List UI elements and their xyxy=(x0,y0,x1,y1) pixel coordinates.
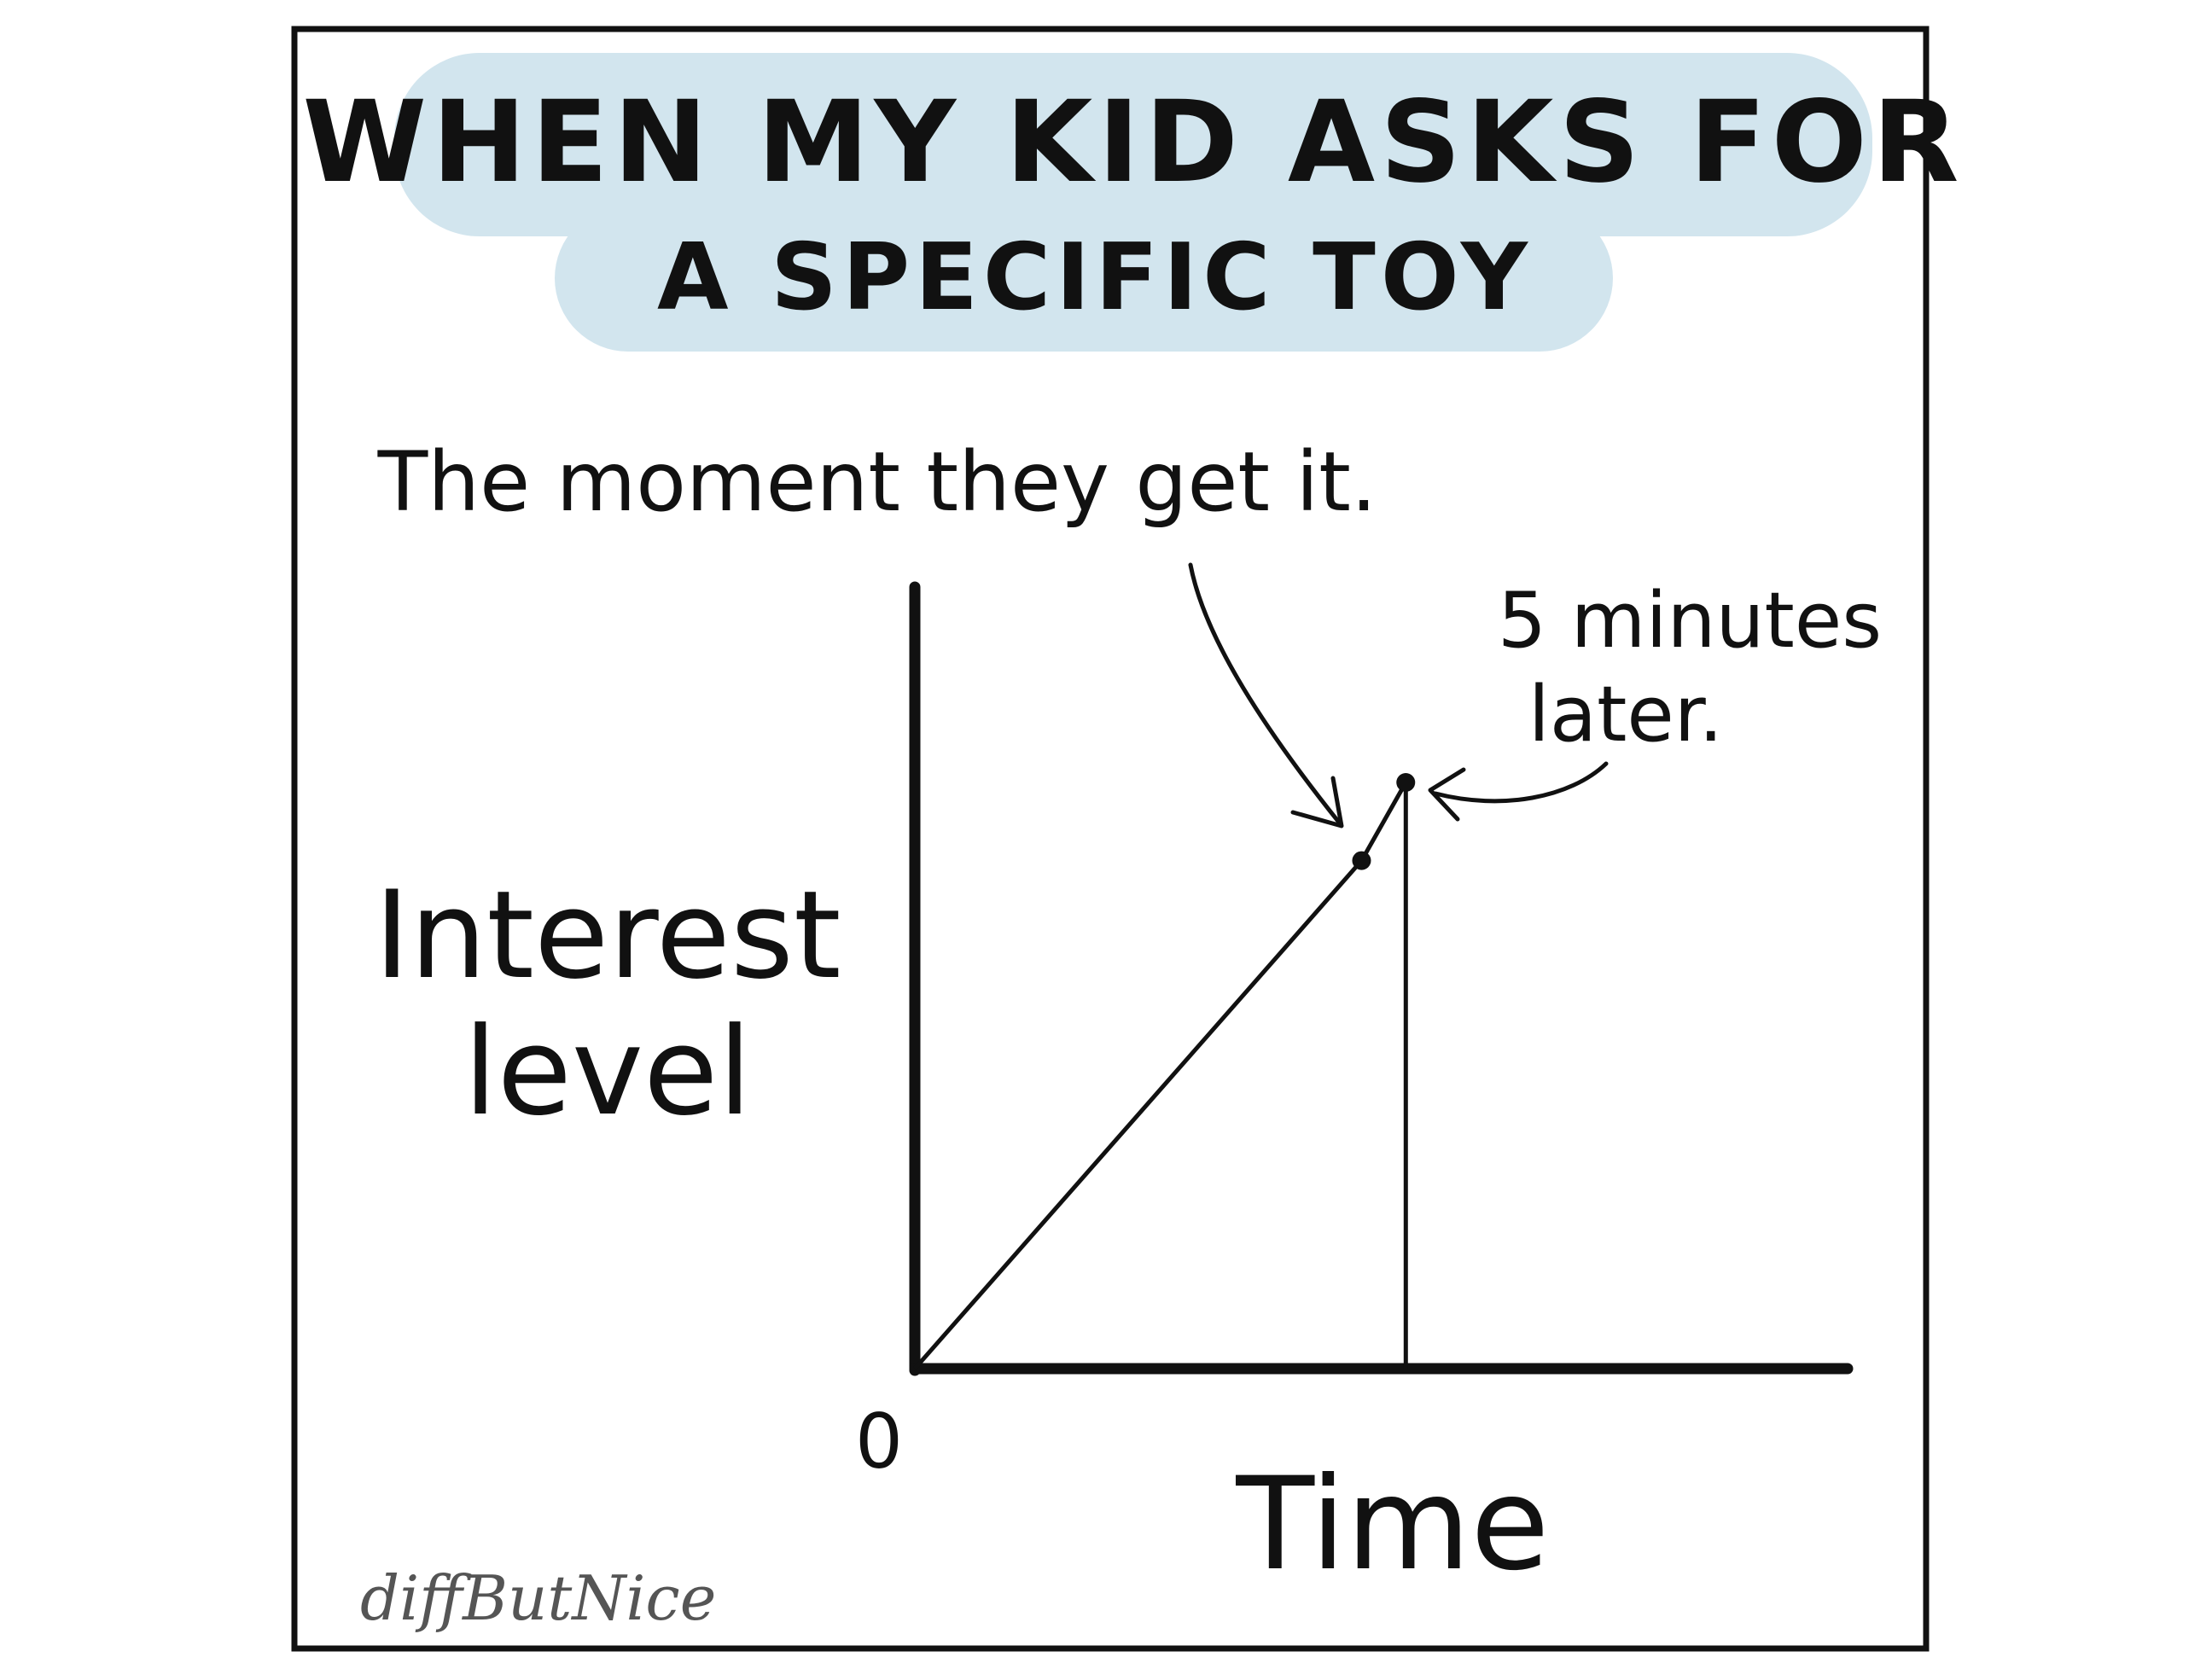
y-axis-label-line-1: Interest xyxy=(374,865,841,1006)
annotation-moment-they-get-it: The moment they get it. xyxy=(377,434,1377,530)
annotation-five-minutes-line-1: 5 minutes xyxy=(1498,576,1882,666)
interest-series-line xyxy=(913,780,1408,1370)
x-axis-label: Time xyxy=(1235,1451,1549,1599)
comic-panel: WHEN MY KID ASKS FOR A SPECIFIC TOY 0 Ti… xyxy=(0,0,2212,1659)
y-axis-label-line-2: level xyxy=(463,1002,752,1143)
origin-label: 0 xyxy=(855,1398,903,1486)
title-line-2: A SPECIFIC TOY xyxy=(657,224,1533,331)
comic-chart: WHEN MY KID ASKS FOR A SPECIFIC TOY 0 Ti… xyxy=(291,26,1964,1652)
point-five-minutes-later xyxy=(1396,773,1416,792)
arrow-to-moment-point xyxy=(1188,562,1342,826)
point-moment-they-get-it xyxy=(1352,851,1371,870)
artist-signature: diffButNice xyxy=(360,1562,716,1634)
title-line-1: WHEN MY KID ASKS FOR xyxy=(302,77,1964,208)
annotation-five-minutes-line-2: later. xyxy=(1528,670,1723,759)
